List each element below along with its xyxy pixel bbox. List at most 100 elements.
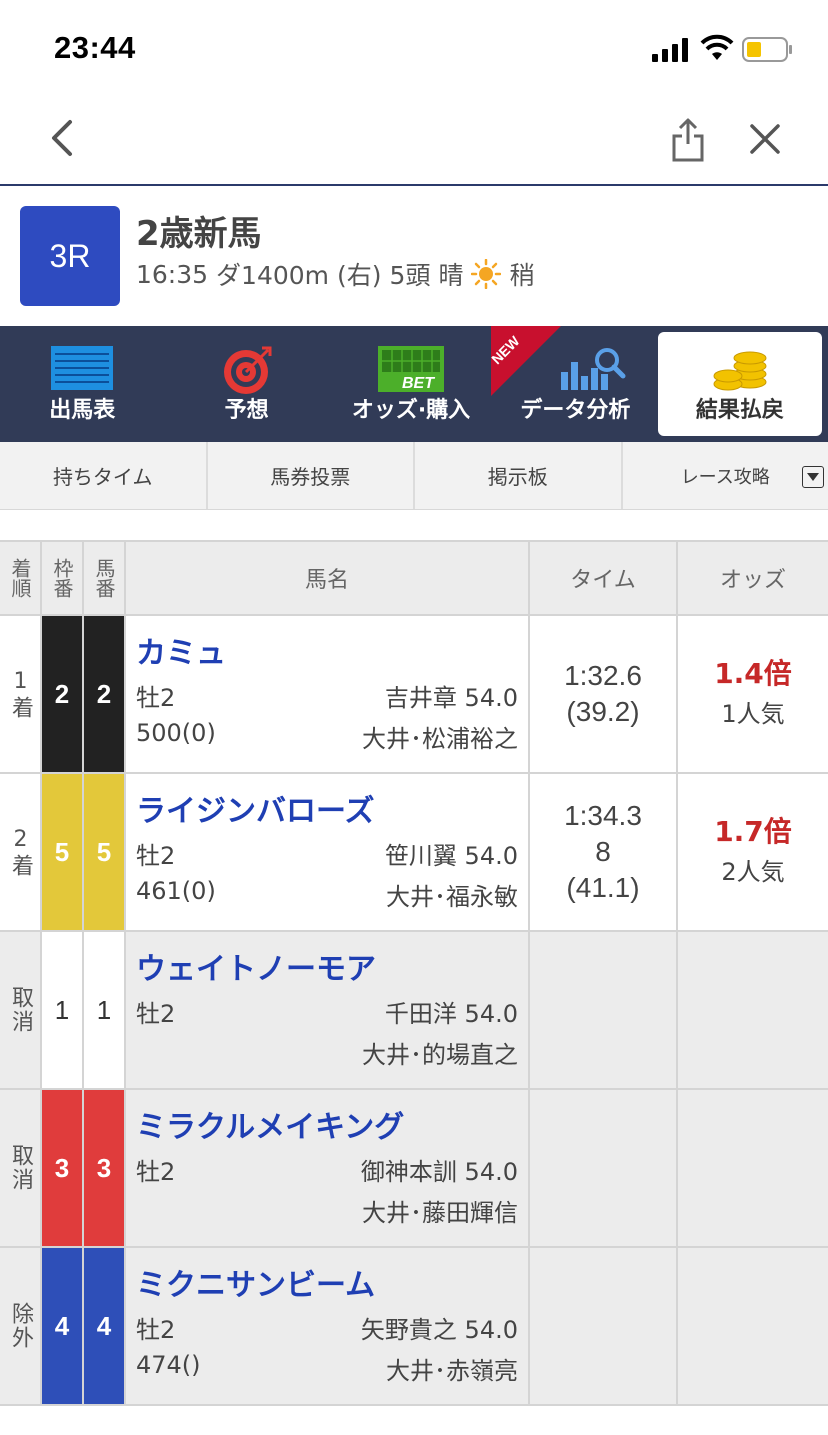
table-row[interactable]: 除外 4 4 ミクニサンビーム 牡2 矢野貴之 54.0 474() 大井･赤嶺亮: [0, 1248, 828, 1406]
race-track-condition: 稍: [509, 261, 535, 290]
svg-text:BET: BET: [402, 375, 435, 392]
menu-item-entry[interactable]: 出馬表: [0, 326, 164, 442]
finish-time: 1:32.6: [564, 660, 642, 691]
table-row[interactable]: 取消 1 1 ウェイトノーモア 牡2 千田洋 54.0 大井･的場直之: [0, 932, 828, 1090]
menu-item-odds[interactable]: BET オッズ·購入: [329, 326, 493, 442]
race-course: ダ1400m: [216, 261, 330, 290]
target-icon: [223, 346, 272, 394]
table-row[interactable]: 取消 3 3 ミラクルメイキング 牡2 御神本訓 54.0 大井･藤田輝信: [0, 1090, 828, 1248]
data-analysis-icon: [560, 348, 626, 390]
share-icon[interactable]: [668, 116, 708, 162]
horse-info: ミラクルメイキング 牡2 御神本訓 54.0 大井･藤田輝信: [126, 1090, 530, 1246]
odds-cell: 1.7倍 2人気: [678, 774, 828, 930]
results-table: 着順 枠番 馬番 馬名 タイム オッズ 1着 2 2 カミュ 牡2 吉井章 54.…: [0, 540, 828, 1406]
race-time: 1:34.3 8 (41.1): [530, 774, 678, 930]
menu-label: オッズ·購入: [351, 398, 471, 423]
close-icon[interactable]: [746, 120, 784, 158]
jockey-weight: 笹川翼 54.0: [384, 842, 518, 870]
race-time: [530, 1248, 678, 1404]
race-direction: (右): [337, 261, 382, 290]
odds-value: 1.7倍: [714, 815, 792, 848]
race-time: [530, 932, 678, 1088]
bet-icon: BET: [378, 346, 445, 392]
new-badge: NEW: [491, 326, 565, 400]
header-horse-name: 馬名: [126, 542, 530, 614]
tab-race-strategy[interactable]: レース攻略: [623, 442, 828, 509]
race-time: 1:32.6 (39.2): [530, 616, 678, 772]
horse-name-link[interactable]: ライジンバローズ: [136, 786, 518, 830]
race-time: [530, 1090, 678, 1246]
race-start-time: 16:35: [136, 259, 209, 289]
horse-name-link[interactable]: カミュ: [136, 628, 518, 672]
horse-info: ウェイトノーモア 牡2 千田洋 54.0 大井･的場直之: [126, 932, 530, 1088]
header-rank: 着順: [0, 542, 42, 614]
race-info: 16:35 ダ1400m (右) 5頭 晴 稍: [136, 256, 534, 292]
race-title: 2歳新馬: [136, 214, 262, 254]
finish-time: 1:34.3: [564, 800, 642, 831]
battery-icon: [742, 37, 792, 62]
horse-name-link[interactable]: ミラクルメイキング: [136, 1102, 518, 1146]
last-3f: (39.2): [566, 696, 640, 727]
table-header: 着順 枠番 馬番 馬名 タイム オッズ: [0, 540, 828, 616]
frame-number: 4: [42, 1248, 84, 1404]
horse-info: カミュ 牡2 吉井章 54.0 500(0) 大井･松浦裕之: [126, 616, 530, 772]
race-runners: 5頭: [389, 261, 431, 290]
menu-item-results[interactable]: 結果払戻: [657, 332, 823, 436]
last-3f: (41.1): [566, 872, 640, 903]
menu-label: 結果払戻: [695, 398, 784, 423]
odds-cell: [678, 932, 828, 1088]
tab-bulletin-board[interactable]: 掲示板: [415, 442, 623, 509]
trainer: 大井･赤嶺亮: [386, 1357, 518, 1385]
margin: 8: [595, 836, 611, 867]
body-weight: 500(0): [136, 719, 216, 747]
race-weather: 晴: [438, 261, 464, 290]
finish-position: 除外: [0, 1248, 42, 1404]
horse-number: 4: [84, 1248, 126, 1404]
sun-icon: [471, 259, 502, 289]
sex-age: 牡2: [136, 1000, 176, 1028]
finish-position: 取消: [0, 1090, 42, 1246]
entry-table-icon: [51, 346, 114, 390]
race-number-badge: 3R: [20, 206, 120, 306]
finish-position: 2着: [0, 774, 42, 930]
tab-betting[interactable]: 馬券投票: [208, 442, 415, 509]
main-menu: 出馬表 予想 BET オッズ·購入 NEW データ分析 結果払戻: [0, 326, 828, 442]
navigation-bar: [0, 100, 828, 186]
body-weight: 474(): [136, 1351, 201, 1379]
jockey-weight: 吉井章 54.0: [384, 684, 518, 712]
trainer: 大井･松浦裕之: [362, 725, 518, 753]
back-icon[interactable]: [44, 116, 80, 160]
sex-age: 牡2: [136, 842, 176, 870]
menu-label: 出馬表: [49, 398, 116, 423]
menu-item-prediction[interactable]: 予想: [164, 326, 328, 442]
horse-name-link[interactable]: ミクニサンビーム: [136, 1260, 518, 1304]
odds-cell: 1.4倍 1人気: [678, 616, 828, 772]
status-time: 23:44: [54, 30, 136, 65]
trainer: 大井･福永敏: [386, 883, 518, 911]
odds-cell: [678, 1248, 828, 1404]
header-time: タイム: [530, 542, 678, 614]
horse-info: ライジンバローズ 牡2 笹川翼 54.0 461(0) 大井･福永敏: [126, 774, 530, 930]
sex-age: 牡2: [136, 1158, 176, 1186]
odds-value: 1.4倍: [714, 657, 792, 690]
header-frame: 枠番: [42, 542, 84, 614]
popularity: 2人気: [721, 858, 785, 886]
frame-number: 2: [42, 616, 84, 772]
table-row[interactable]: 1着 2 2 カミュ 牡2 吉井章 54.0 500(0) 大井･松浦裕之 1:32…: [0, 616, 828, 774]
dropdown-icon[interactable]: [802, 466, 824, 488]
horse-number: 3: [84, 1090, 126, 1246]
header-horse-number: 馬番: [84, 542, 126, 614]
horse-name-link[interactable]: ウェイトノーモア: [136, 944, 518, 988]
horse-number: 2: [84, 616, 126, 772]
tab-best-time[interactable]: 持ちタイム: [0, 442, 208, 509]
menu-item-data-analysis[interactable]: NEW データ分析: [491, 326, 657, 442]
horse-number: 5: [84, 774, 126, 930]
status-bar: 23:44: [0, 0, 828, 100]
popularity: 1人気: [721, 700, 785, 728]
sub-tabs: 持ちタイム 馬券投票 掲示板 レース攻略: [0, 442, 828, 510]
frame-number: 5: [42, 774, 84, 930]
horse-info: ミクニサンビーム 牡2 矢野貴之 54.0 474() 大井･赤嶺亮: [126, 1248, 530, 1404]
table-row[interactable]: 2着 5 5 ライジンバローズ 牡2 笹川翼 54.0 461(0) 大井･福永敏 …: [0, 774, 828, 932]
trainer: 大井･藤田輝信: [362, 1199, 518, 1227]
race-header: 3R 2歳新馬 16:35 ダ1400m (右) 5頭 晴 稍: [0, 188, 828, 326]
